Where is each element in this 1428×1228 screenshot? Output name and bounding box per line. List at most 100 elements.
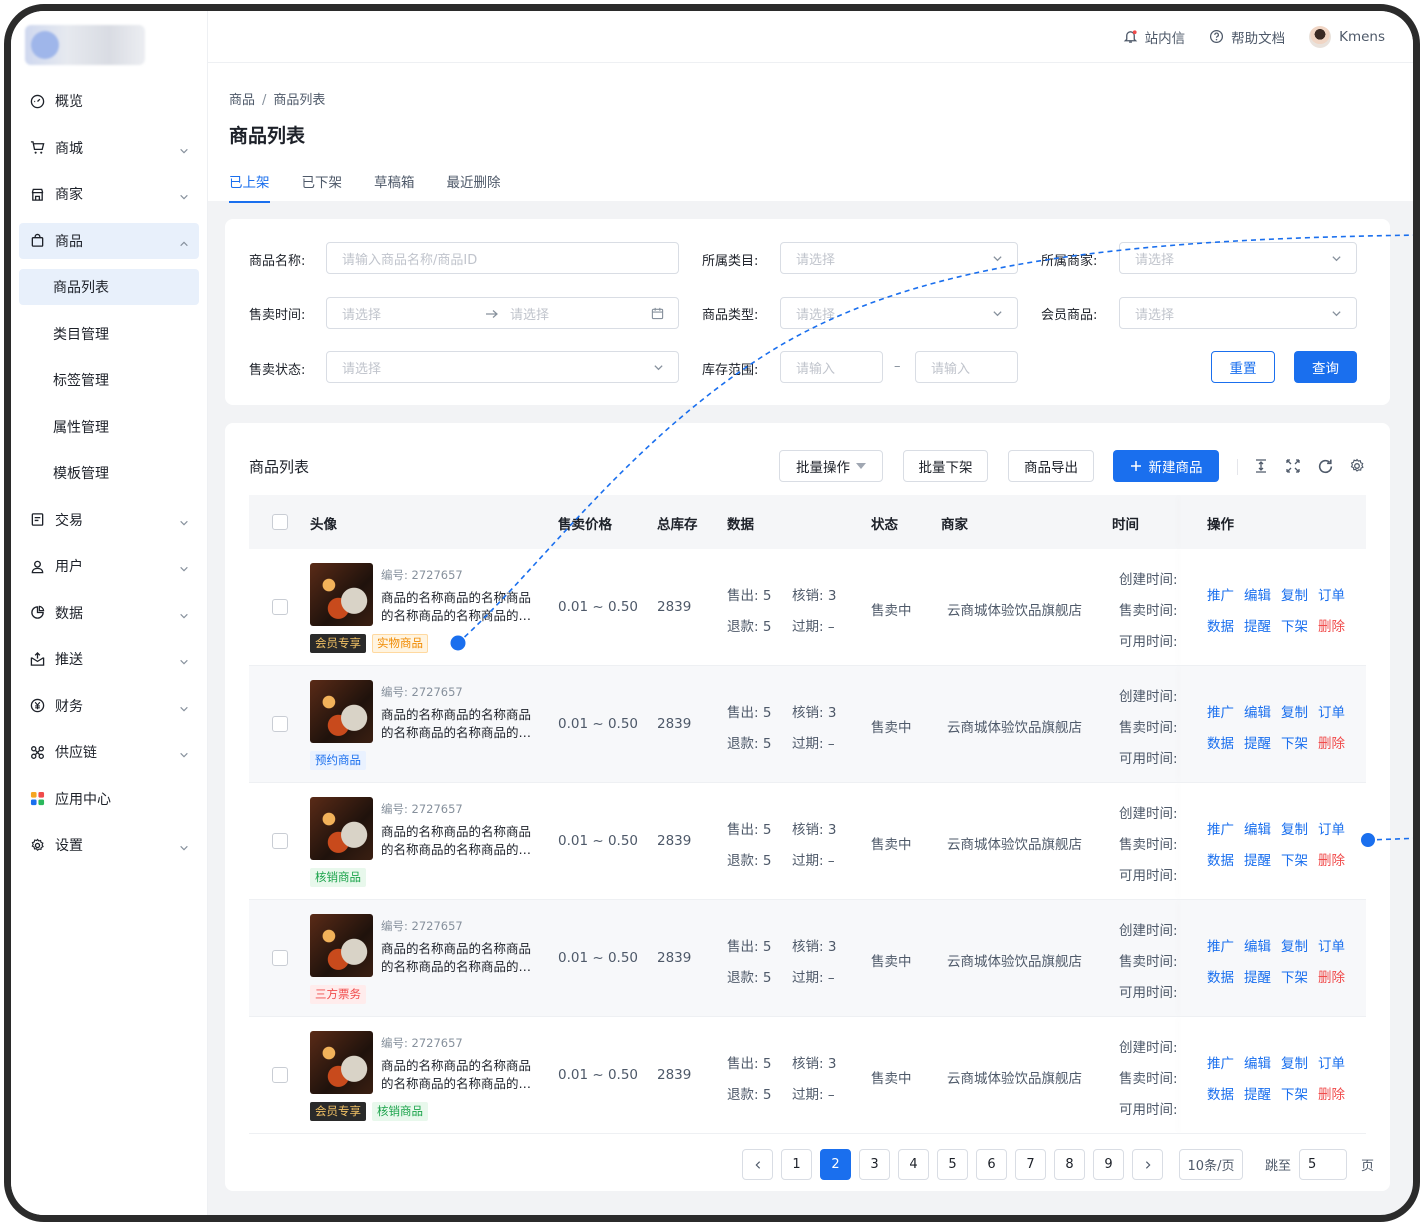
page-1-button[interactable]: 1	[781, 1149, 812, 1180]
category-select[interactable]: 请选择	[780, 242, 1018, 274]
data-link[interactable]: 数据	[1207, 970, 1234, 986]
tab-off-shelf[interactable]: 已下架	[302, 171, 343, 203]
member-product-select[interactable]: 请选择	[1119, 297, 1357, 329]
delete-link[interactable]: 删除	[1318, 853, 1345, 869]
remind-link[interactable]: 提醒	[1244, 853, 1271, 869]
tab-drafts[interactable]: 草稿箱	[374, 171, 415, 203]
sidebar-subitem[interactable]: 标签管理	[19, 362, 199, 398]
sidebar-item[interactable]: 数据	[19, 595, 199, 631]
data-link[interactable]: 数据	[1207, 853, 1234, 869]
sidebar-subitem[interactable]: 属性管理	[19, 409, 199, 445]
page-size-select[interactable]: 10条/页	[1179, 1149, 1243, 1180]
remind-link[interactable]: 提醒	[1244, 736, 1271, 752]
product-type-select[interactable]: 请选择	[780, 297, 1018, 329]
prev-page-button[interactable]	[742, 1149, 773, 1180]
product-name[interactable]: 商品的名称商品的名称商品的名称商品的名称商品的…	[381, 589, 533, 625]
query-button[interactable]: 查询	[1294, 351, 1357, 383]
product-thumbnail[interactable]	[310, 680, 373, 743]
sidebar-subitem[interactable]: 模板管理	[19, 455, 199, 491]
sidebar-item[interactable]: 推送	[19, 641, 199, 677]
delete-link[interactable]: 删除	[1318, 970, 1345, 986]
tab-recently-deleted[interactable]: 最近删除	[447, 171, 501, 203]
page-8-button[interactable]: 8	[1054, 1149, 1085, 1180]
tab-on-shelf[interactable]: 已上架	[229, 171, 270, 203]
orders-link[interactable]: 订单	[1318, 705, 1345, 721]
page-2-button[interactable]: 2	[820, 1149, 851, 1180]
fullscreen-icon[interactable]	[1285, 458, 1301, 474]
select-all-checkbox[interactable]	[272, 514, 288, 530]
settings-gear-icon[interactable]	[1349, 458, 1365, 474]
row-checkbox[interactable]	[272, 599, 288, 615]
offshelf-link[interactable]: 下架	[1281, 853, 1308, 869]
data-link[interactable]: 数据	[1207, 619, 1234, 635]
orders-link[interactable]: 订单	[1318, 588, 1345, 604]
stock-max-input[interactable]: 请输入	[915, 351, 1018, 383]
offshelf-link[interactable]: 下架	[1281, 619, 1308, 635]
jump-input[interactable]: 5	[1299, 1149, 1348, 1180]
remind-link[interactable]: 提醒	[1244, 619, 1271, 635]
data-link[interactable]: 数据	[1207, 1087, 1234, 1103]
offshelf-link[interactable]: 下架	[1281, 1087, 1308, 1103]
page-4-button[interactable]: 4	[898, 1149, 929, 1180]
help-link[interactable]: 帮助文档	[1209, 27, 1285, 47]
merchant-select[interactable]: 请选择	[1119, 242, 1357, 274]
page-7-button[interactable]: 7	[1015, 1149, 1046, 1180]
product-thumbnail[interactable]	[310, 563, 373, 626]
edit-link[interactable]: 编辑	[1244, 705, 1271, 721]
sidebar-item[interactable]: 财务	[19, 688, 199, 724]
row-checkbox[interactable]	[272, 1067, 288, 1083]
delete-link[interactable]: 删除	[1318, 736, 1345, 752]
data-link[interactable]: 数据	[1207, 736, 1234, 752]
user-menu[interactable]: Kmens	[1309, 25, 1385, 48]
sidebar-item[interactable]: 交易	[19, 502, 199, 538]
sidebar-subitem[interactable]: 类目管理	[19, 316, 199, 352]
page-9-button[interactable]: 9	[1093, 1149, 1124, 1180]
promote-link[interactable]: 推广	[1207, 1056, 1234, 1072]
sidebar-item[interactable]: 应用中心	[19, 781, 199, 817]
sidebar-item[interactable]: 设置	[19, 827, 199, 863]
messages-link[interactable]: 站内信	[1123, 27, 1185, 47]
edit-link[interactable]: 编辑	[1244, 1056, 1271, 1072]
edit-link[interactable]: 编辑	[1244, 822, 1271, 838]
promote-link[interactable]: 推广	[1207, 705, 1234, 721]
offshelf-link[interactable]: 下架	[1281, 970, 1308, 986]
orders-link[interactable]: 订单	[1318, 822, 1345, 838]
delete-link[interactable]: 删除	[1318, 1087, 1345, 1103]
copy-link[interactable]: 复制	[1281, 588, 1308, 604]
next-page-button[interactable]	[1132, 1149, 1163, 1180]
sidebar-item[interactable]: 商城	[19, 130, 199, 166]
copy-link[interactable]: 复制	[1281, 1056, 1308, 1072]
page-6-button[interactable]: 6	[976, 1149, 1007, 1180]
refresh-icon[interactable]	[1317, 458, 1334, 475]
product-thumbnail[interactable]	[310, 797, 373, 860]
sidebar-item[interactable]: 概览	[19, 83, 199, 119]
orders-link[interactable]: 订单	[1318, 939, 1345, 955]
edit-link[interactable]: 编辑	[1244, 588, 1271, 604]
promote-link[interactable]: 推广	[1207, 588, 1234, 604]
promote-link[interactable]: 推广	[1207, 822, 1234, 838]
row-checkbox[interactable]	[272, 833, 288, 849]
page-3-button[interactable]: 3	[859, 1149, 890, 1180]
product-thumbnail[interactable]	[310, 914, 373, 977]
offshelf-link[interactable]: 下架	[1281, 736, 1308, 752]
product-name-input[interactable]: 请输入商品名称/商品ID	[326, 242, 679, 274]
sidebar-item[interactable]: 商家	[19, 176, 199, 212]
export-button[interactable]: 商品导出	[1008, 450, 1094, 482]
copy-link[interactable]: 复制	[1281, 939, 1308, 955]
product-name[interactable]: 商品的名称商品的名称商品的名称商品的名称商品的…	[381, 940, 533, 976]
row-checkbox[interactable]	[272, 716, 288, 732]
sidebar-subitem[interactable]: 商品列表	[19, 269, 199, 305]
page-5-button[interactable]: 5	[937, 1149, 968, 1180]
stock-min-input[interactable]: 请输入	[780, 351, 883, 383]
batch-actions-dropdown[interactable]: 批量操作	[779, 450, 883, 482]
reset-button[interactable]: 重置	[1211, 351, 1275, 383]
row-density-icon[interactable]	[1253, 458, 1269, 474]
product-name[interactable]: 商品的名称商品的名称商品的名称商品的名称商品的…	[381, 1057, 533, 1093]
copy-link[interactable]: 复制	[1281, 822, 1308, 838]
remind-link[interactable]: 提醒	[1244, 1087, 1271, 1103]
breadcrumb-item[interactable]: 商品	[229, 93, 255, 108]
remind-link[interactable]: 提醒	[1244, 970, 1271, 986]
promote-link[interactable]: 推广	[1207, 939, 1234, 955]
delete-link[interactable]: 删除	[1318, 619, 1345, 635]
edit-link[interactable]: 编辑	[1244, 939, 1271, 955]
